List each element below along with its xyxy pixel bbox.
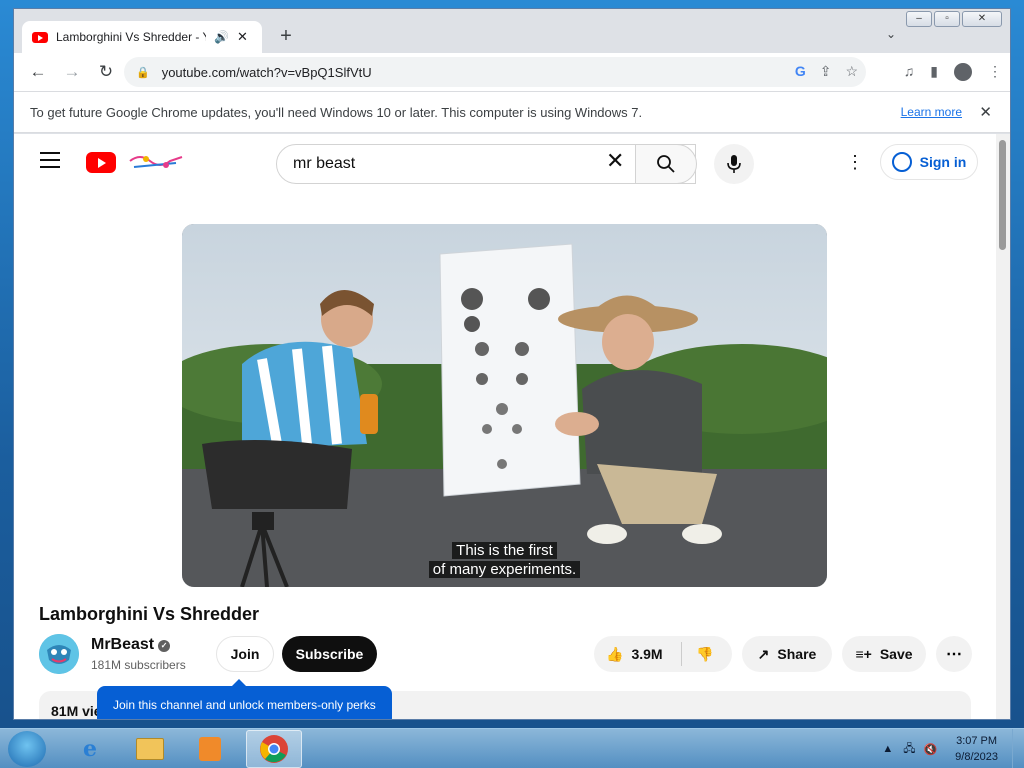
share-label: Share <box>777 646 817 662</box>
video-title: Lamborghini Vs Shredder <box>39 604 260 624</box>
save-button[interactable]: ≡+ Save <box>842 636 926 672</box>
back-button[interactable]: ← <box>22 56 54 88</box>
windows-taskbar: e ▲ 🖧 🔇 3:07 PM 9/8/2023 <box>0 728 1024 768</box>
search-input[interactable]: mr beast <box>276 144 696 184</box>
infobar-close-icon[interactable]: ✕ <box>979 103 992 121</box>
internet-explorer-icon[interactable]: e <box>62 730 118 768</box>
caption-line-1: This is the first <box>182 542 827 559</box>
lock-icon[interactable]: 🔒 <box>136 66 150 79</box>
chrome-window: Lamborghini Vs Shredder - YouTube 🔊 ✕ + … <box>13 8 1011 720</box>
sign-in-button[interactable]: Sign in <box>880 144 978 180</box>
search-query[interactable]: mr beast <box>293 155 355 173</box>
like-dislike-group: 👍 3.9M 👎 <box>594 636 732 672</box>
browser-tab[interactable]: Lamborghini Vs Shredder - YouTube 🔊 ✕ <box>22 21 262 53</box>
new-tab-button[interactable]: + <box>272 23 300 51</box>
channel-avatar[interactable] <box>39 634 79 674</box>
share-button[interactable]: ↗ Share <box>742 636 832 672</box>
share-page-icon[interactable]: ⇪ <box>820 63 832 80</box>
search-icon <box>657 155 675 173</box>
clock-time: 3:07 PM <box>956 735 998 747</box>
infobar-message: To get future Google Chrome updates, you… <box>30 104 643 120</box>
profile-avatar-icon[interactable] <box>954 63 972 81</box>
page-scrollbar[interactable] <box>996 134 1010 719</box>
channel-name[interactable]: MrBeast ✓ <box>91 636 171 654</box>
file-explorer-icon[interactable] <box>122 730 178 768</box>
tab-search-icon[interactable]: ⌄ <box>886 27 896 41</box>
like-count: 3.9M <box>631 646 663 662</box>
speaker-icon[interactable]: 🔊 <box>214 30 229 44</box>
reload-button[interactable]: ↻ <box>90 56 122 88</box>
thumbs-down-icon: 👎 <box>696 645 714 662</box>
volume-muted-icon[interactable]: 🔇 <box>923 743 937 756</box>
account-icon <box>891 152 912 172</box>
media-player-icon[interactable] <box>182 730 238 768</box>
learn-more-link[interactable]: Learn more <box>901 105 962 119</box>
tab-close-icon[interactable]: ✕ <box>237 29 248 45</box>
minimize-button[interactable]: – <box>906 11 932 27</box>
video-frame <box>182 224 827 587</box>
url-text[interactable]: youtube.com/watch?v=vBpQ1SlfVtU <box>162 65 372 80</box>
youtube-icon <box>32 31 48 43</box>
view-count: 81M vie <box>51 703 102 719</box>
side-panel-icon[interactable]: ▮ <box>930 63 938 81</box>
restore-button[interactable]: ▫ <box>934 11 960 27</box>
more-horizontal-icon: ⋯ <box>946 646 962 663</box>
window-controls: – ▫ ✕ <box>906 11 1002 27</box>
save-label: Save <box>879 646 913 662</box>
clock[interactable]: 3:07 PM 9/8/2023 <box>955 733 998 765</box>
chrome-menu-icon[interactable]: ⋮ <box>988 63 1002 81</box>
browser-toolbar: ← → ↻ 🔒 youtube.com/watch?v=vBpQ1SlfVtU … <box>14 53 1010 91</box>
subscribe-button[interactable]: Subscribe <box>282 636 377 672</box>
tray-expand-icon[interactable]: ▲ <box>882 743 893 755</box>
menu-icon[interactable] <box>40 152 60 173</box>
show-desktop-button[interactable] <box>1012 729 1024 768</box>
start-button[interactable] <box>8 731 46 767</box>
system-tray: ▲ 🖧 🔇 3:07 PM 9/8/2023 <box>882 729 1024 768</box>
mrbeast-logo-icon <box>39 634 79 674</box>
network-icon[interactable]: 🖧 <box>903 740 915 759</box>
bookmark-star-icon[interactable]: ☆ <box>845 63 858 80</box>
join-button[interactable]: Join <box>216 636 274 672</box>
search-button[interactable] <box>635 144 697 184</box>
settings-more-icon[interactable]: ⋮ <box>846 152 864 173</box>
tab-strip: Lamborghini Vs Shredder - YouTube 🔊 ✕ + … <box>14 9 1010 53</box>
close-window-button[interactable]: ✕ <box>962 11 1002 27</box>
playlist-add-icon: ≡+ <box>855 646 872 662</box>
subscriber-count: 181M subscribers <box>91 658 186 672</box>
caption-line-2: of many experiments. <box>182 561 827 578</box>
google-translate-icon[interactable]: G <box>795 63 806 80</box>
tab-title: Lamborghini Vs Shredder - YouTube <box>56 30 206 44</box>
video-player[interactable]: This is the first of many experiments. <box>182 224 827 587</box>
youtube-header: mr beast ✕ ⋮ Sign in <box>14 134 998 190</box>
omnibox-icons: G ⇪ ☆ <box>795 63 858 80</box>
sign-in-label: Sign in <box>919 154 967 170</box>
chrome-taskbar-icon[interactable] <box>246 730 302 768</box>
address-bar[interactable]: 🔒 youtube.com/watch?v=vBpQ1SlfVtU G ⇪ ☆ <box>124 57 866 87</box>
youtube-doodle-icon[interactable] <box>126 149 186 175</box>
youtube-page: mr beast ✕ ⋮ Sign in This is the first o… <box>14 134 998 719</box>
share-icon: ↗ <box>757 645 770 662</box>
thumbs-up-icon: 👍 <box>606 645 624 662</box>
join-tooltip[interactable]: Join this channel and unlock members-onl… <box>97 679 392 719</box>
youtube-logo[interactable] <box>86 152 116 173</box>
dislike-button[interactable]: 👎 <box>682 646 713 663</box>
voice-search-button[interactable] <box>714 144 754 184</box>
forward-button[interactable]: → <box>56 56 88 88</box>
update-infobar: To get future Google Chrome updates, you… <box>14 91 1010 133</box>
verified-check-icon: ✓ <box>158 640 171 652</box>
clear-search-icon[interactable]: ✕ <box>606 148 624 174</box>
scrollbar-thumb[interactable] <box>999 140 1006 250</box>
chrome-icon <box>260 735 288 763</box>
media-control-icon[interactable]: ♫ <box>904 63 915 81</box>
microphone-icon <box>727 155 741 173</box>
video-owner-row: MrBeast ✓ 181M subscribers Join Subscribe… <box>39 634 979 676</box>
more-actions-button[interactable]: ⋯ <box>936 636 972 672</box>
like-button[interactable]: 👍 3.9M <box>594 642 682 666</box>
toolbar-right-icons: ♫ ▮ ⋮ <box>904 63 1002 81</box>
clock-date: 9/8/2023 <box>955 751 998 763</box>
